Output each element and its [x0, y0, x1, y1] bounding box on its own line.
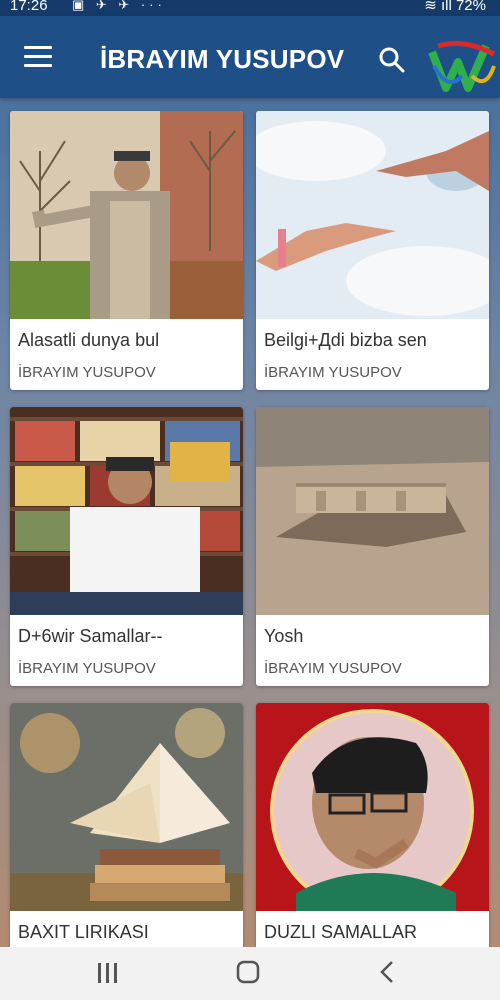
card-alasatli[interactable]: Alasatli dunya bul İBRAYIM YUSUPOV	[10, 111, 243, 390]
logo-icon[interactable]	[428, 36, 498, 98]
card-yosh[interactable]: Yosh İBRAYIM YUSUPOV	[256, 407, 489, 686]
reaching-hands-image	[256, 111, 489, 319]
man-in-garden-image	[10, 111, 243, 319]
man-at-desk-image	[10, 407, 243, 615]
card-title: Beilgi+Дdi bizba sen	[264, 330, 427, 350]
status-right: ≋ ıll 72%	[424, 0, 486, 13]
card-title: Yosh	[264, 626, 304, 646]
signal-icon: ıll	[440, 0, 452, 14]
desert-fortress-image	[256, 407, 489, 615]
card-duzli-samallar[interactable]: DUZLI SAMALLAR	[256, 703, 489, 963]
notification-icons: ▣ ✈ ✈ ···	[72, 0, 166, 12]
card-d6wir[interactable]: D+6wir Samallar-- İBRAYIM YUSUPOV	[10, 407, 243, 686]
recent-apps-icon[interactable]	[88, 959, 128, 989]
card-beilgi[interactable]: Beilgi+Дdi bizba sen İBRAYIM YUSUPOV	[256, 111, 489, 390]
system-nav-bar	[0, 947, 500, 1000]
menu-icon[interactable]	[24, 46, 52, 68]
back-icon[interactable]	[368, 959, 408, 989]
home-icon[interactable]	[228, 959, 268, 989]
page-title: İBRAYIM YUSUPOV	[100, 44, 345, 74]
card-title: Alasatli dunya bul	[18, 330, 160, 350]
card-title: BAXIT LIRIKASI	[18, 922, 149, 942]
card-author: İBRAYIM YUSUPOV	[18, 364, 156, 381]
card-author: İBRAYIM YUSUPOV	[264, 364, 402, 381]
portrait-ornament-image	[256, 703, 489, 913]
status-bar: 17:26 ▣ ✈ ✈ ··· ≋ ıll 72%	[0, 0, 500, 16]
status-time: 17:26	[10, 0, 48, 14]
card-baxit-lirikasi[interactable]: BAXIT LIRIKASI	[10, 703, 243, 963]
card-title: D+6wir Samallar--	[18, 626, 163, 646]
search-icon[interactable]	[378, 46, 406, 74]
battery-level: 72%	[455, 0, 486, 14]
app-bar: İBRAYIM YUSUPOV	[0, 16, 500, 98]
open-book-stack-image	[10, 703, 243, 911]
card-author: İBRAYIM YUSUPOV	[264, 660, 402, 677]
card-title: DUZLI SAMALLAR	[264, 922, 418, 942]
wifi-icon: ≋	[424, 0, 437, 14]
card-author: İBRAYIM YUSUPOV	[18, 660, 156, 677]
